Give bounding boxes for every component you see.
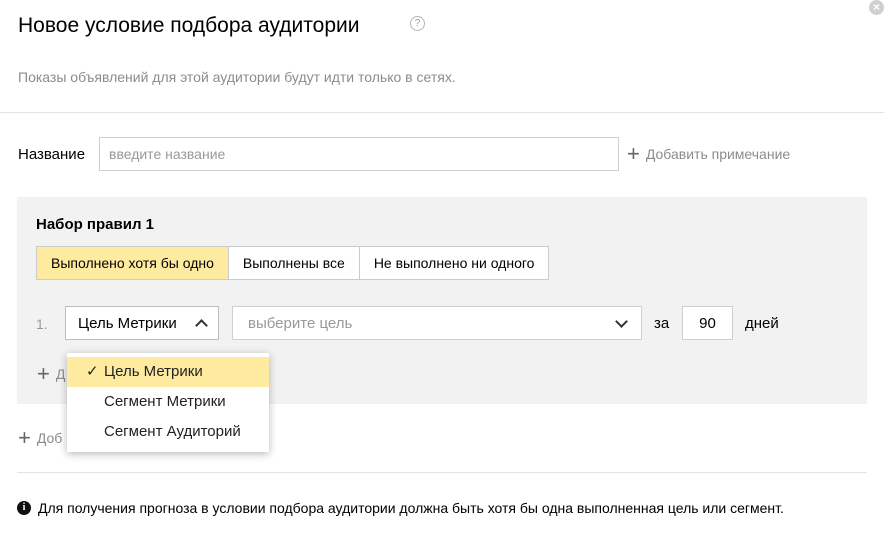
dropdown-option-audience-segment[interactable]: Сегмент Аудиторий [67, 417, 269, 447]
option-label: Цель Метрики [104, 363, 203, 380]
info-text: Для получения прогноза в условии подбора… [38, 500, 784, 516]
option-label: Сегмент Аудиторий [104, 423, 241, 440]
dialog-subtitle: Показы объявлений для этой аудитории буд… [18, 69, 456, 85]
name-input[interactable] [99, 137, 619, 171]
add-ruleset-link[interactable]: + Доб [18, 425, 63, 450]
divider [0, 112, 884, 113]
chevron-down-icon [615, 314, 628, 328]
checkmark-icon: ✓ [86, 363, 99, 380]
plus-icon: + [37, 361, 50, 386]
mode-none[interactable]: Не выполнено ни одного [360, 247, 549, 279]
add-note-label: Добавить примечание [645, 146, 791, 162]
divider [17, 472, 867, 473]
option-label: Сегмент Метрики [104, 393, 226, 410]
name-label: Название [18, 146, 86, 163]
info-icon: i [17, 501, 31, 515]
days-label: дней [745, 315, 779, 332]
dialog-title: Новое условие подбора аудитории [18, 14, 360, 37]
for-label: за [654, 315, 670, 332]
help-icon[interactable]: ? [410, 16, 425, 31]
rule-number: 1. [36, 316, 48, 332]
ruleset-title: Набор правил 1 [36, 216, 154, 233]
dropdown-option-goal[interactable]: ✓ Цель Метрики [67, 357, 269, 387]
add-note-link[interactable]: + Добавить примечание [627, 141, 791, 166]
add-rule-link[interactable]: + Д [37, 361, 66, 386]
mode-all[interactable]: Выполнены все [229, 247, 360, 279]
goal-select[interactable]: выберите цель [232, 306, 642, 340]
days-input[interactable] [682, 306, 733, 340]
ruleset-mode-switch: Выполнено хотя бы одно Выполнены все Не … [36, 246, 550, 280]
rule-type-value: Цель Метрики [78, 314, 177, 332]
rule-type-select[interactable]: Цель Метрики [65, 306, 219, 340]
mode-at-least-one[interactable]: Выполнено хотя бы одно [37, 247, 229, 279]
chevron-up-icon [195, 319, 208, 332]
add-rule-label: Д [55, 366, 66, 382]
goal-placeholder: выберите цель [248, 314, 353, 332]
close-icon[interactable]: × [869, 0, 884, 15]
rule-type-dropdown: ✓ Цель Метрики Сегмент Метрики Сегмент А… [67, 353, 269, 452]
plus-icon: + [18, 425, 31, 450]
plus-icon: + [627, 141, 640, 166]
dropdown-option-metrika-segment[interactable]: Сегмент Метрики [67, 387, 269, 417]
add-ruleset-label: Доб [36, 430, 63, 446]
